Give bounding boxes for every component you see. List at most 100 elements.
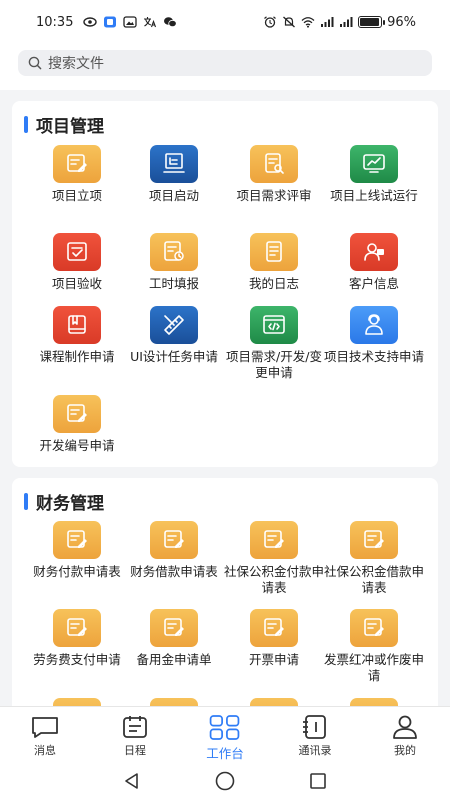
app-item-label: 工时填报 [148,276,199,291]
recents-icon[interactable] [308,771,328,791]
signal-4g-icon [321,17,334,27]
form-edit-icon [350,521,398,559]
app-item[interactable]: 项目验收 [24,233,130,292]
search-placeholder: 搜索文件 [48,56,104,72]
app-item-label: 项目需求/开发/变更申请 [226,349,322,380]
app-item[interactable]: 客户信息 [321,233,427,292]
tab-label: 日程 [124,744,146,757]
timesheet-icon [150,233,198,271]
form-edit-icon [250,698,298,706]
search-area: 搜索文件 [0,44,450,90]
section-title-text: 项目管理 [36,116,104,137]
app-item[interactable]: 项目需求评审 [221,145,327,204]
app-item[interactable]: UI设计任务申请 [121,306,227,365]
form-edit-icon [53,698,101,706]
section-title-finance: 财务管理 [24,491,104,514]
section-title-project: 项目管理 [24,114,104,137]
wifi-icon [301,17,315,28]
app-item[interactable]: 项目启动 [121,145,227,204]
section-title-text: 财务管理 [36,493,104,514]
app-item-label: 财务借款申请表 [130,564,218,579]
project-management-card: 项目管理 项目立项 项目启动 项目需求评审 项目上线试运行项目验收 工时填报 我的日志 客户… [12,101,438,467]
form-edit-icon [53,145,101,183]
monitor-chart-icon [350,145,398,183]
mute-bell-icon [283,16,296,28]
design-ruler-icon [150,306,198,344]
check-acceptance-icon [53,233,101,271]
app-item[interactable]: 劳务费支付申请 [24,609,130,668]
app-item-label: 备用金申请单 [136,652,212,667]
section-marker [24,492,28,510]
app-item[interactable]: 财务付款申请表 [24,521,130,580]
log-book-icon [250,233,298,271]
search-input[interactable]: 搜索文件 [18,50,432,76]
tab-label: 通讯录 [298,744,332,757]
tab-workbench[interactable]: 工作台 [180,707,270,762]
app-item-label: 社保公积金借款申请表 [323,564,424,595]
app-item-label: 社保公积金付款申请表 [223,564,324,595]
app-item[interactable]: 课程制作申请 [24,306,130,365]
app-item-label: 发票红冲或作废申请 [323,652,424,683]
app-item-partial[interactable] [221,698,327,706]
code-window-icon [250,306,298,344]
app-item[interactable]: 项目上线试运行 [321,145,427,204]
app-item[interactable]: 项目需求/开发/变更申请 [221,306,327,381]
eye-icon [83,17,98,27]
app-item[interactable]: 我的日志 [221,233,327,292]
app-item-label: 项目技术支持申请 [323,349,424,364]
launch-board-icon [150,145,198,183]
app-item[interactable]: 开票申请 [221,609,327,668]
tab-messages[interactable]: 消息 [0,707,90,762]
system-nav-bar [0,762,450,800]
translate-icon [144,17,157,28]
app-item[interactable]: 社保公积金付款申请表 [221,521,327,596]
app-item[interactable]: 开发编号申请 [24,395,130,454]
tab-label: 工作台 [206,746,244,761]
app-item-label: 我的日志 [248,276,299,291]
battery-percent: 96% [387,14,416,30]
tab-label: 我的 [394,744,416,757]
form-edit-icon [150,609,198,647]
app-item-label: 劳务费支付申请 [33,652,121,667]
app-item[interactable]: 财务借款申请表 [121,521,227,580]
app-item[interactable]: 社保公积金借款申请表 [321,521,427,596]
form-edit-icon [250,609,298,647]
app-item[interactable]: 项目技术支持申请 [321,306,427,365]
workbench-icon [209,715,240,740]
app-item-label: 开票申请 [248,652,299,667]
form-edit-icon [350,698,398,706]
form-edit-icon [350,609,398,647]
section-marker [24,115,28,133]
alarm-icon [264,16,276,28]
tab-contacts[interactable]: 通讯录 [270,707,360,762]
form-edit-icon [53,395,101,433]
app-item[interactable]: 工时填报 [121,233,227,292]
signal-4g-secondary-icon [340,17,353,27]
tab-schedule[interactable]: 日程 [90,707,180,762]
form-edit-icon [150,698,198,706]
tab-profile[interactable]: 我的 [360,707,450,762]
app-item-label: 课程制作申请 [39,349,115,364]
back-icon[interactable] [122,771,142,791]
profile-icon [393,715,417,739]
app-item-label: 项目启动 [148,188,199,203]
bottom-tab-bar: 消息 日程 工作台 通讯录 我的 [0,706,450,762]
app-item[interactable]: 备用金申请单 [121,609,227,668]
app-item[interactable]: 发票红冲或作废申请 [321,609,427,684]
app-item-label: 项目上线试运行 [330,188,418,203]
app-item[interactable]: 项目立项 [24,145,130,204]
home-icon[interactable] [214,770,236,792]
battery-icon [358,16,386,28]
gallery-icon [123,16,138,28]
contacts-icon [303,715,326,739]
app-item-partial[interactable] [121,698,227,706]
workbench-content[interactable]: 项目管理 项目立项 项目启动 项目需求评审 项目上线试运行项目验收 工时填报 我的日志 客户… [0,90,450,706]
app-item-partial[interactable] [321,698,427,706]
course-book-icon [53,306,101,344]
app-item-label: UI设计任务申请 [130,349,218,364]
app-item-label: 财务付款申请表 [33,564,121,579]
form-edit-icon [150,521,198,559]
app-item-partial[interactable] [24,698,130,706]
customer-icon [350,233,398,271]
support-person-icon [350,306,398,344]
